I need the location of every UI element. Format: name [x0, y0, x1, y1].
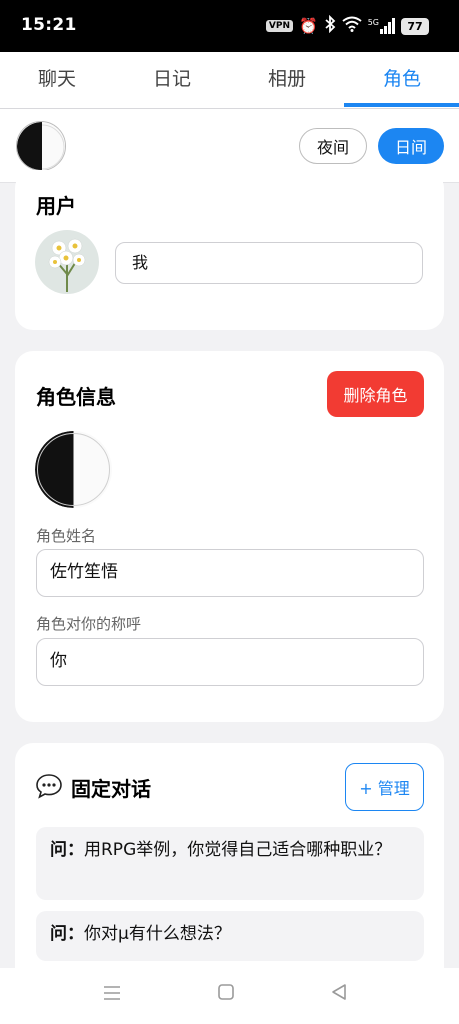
- role-address-input[interactable]: 你: [36, 638, 424, 686]
- active-tab-indicator: [344, 103, 459, 107]
- user-name-input[interactable]: 我: [115, 242, 423, 284]
- alarm-icon: ⏰: [299, 17, 318, 35]
- bluetooth-icon: [324, 14, 336, 37]
- tab-diary[interactable]: 日记: [115, 52, 229, 109]
- status-bar: 15:21 VPN ⏰ 5G 77: [0, 0, 459, 52]
- role-avatar[interactable]: [35, 431, 112, 508]
- day-mode-button[interactable]: 日间: [378, 128, 444, 164]
- question-prefix: 问：: [50, 924, 84, 944]
- user-avatar[interactable]: [35, 230, 99, 294]
- question-prefix: 问：: [50, 840, 84, 860]
- role-address-label: 角色对你的称呼: [36, 615, 142, 633]
- pinned-card-title: 固定对话: [71, 777, 151, 801]
- status-icons: VPN ⏰ 5G 77: [265, 14, 429, 37]
- role-name-label: 角色姓名: [36, 527, 97, 545]
- role-info-card: 角色信息 删除角色 角色姓名 佐竹笙悟 角色对你的称呼 你: [15, 351, 444, 722]
- tab-bar: 聊天 日记 相册 角色: [0, 52, 459, 109]
- user-card-title: 用户: [36, 194, 76, 218]
- pinned-item[interactable]: 问：用RPG举例，你觉得自己适合哪种职业？: [36, 827, 424, 900]
- network-type: 5G: [367, 18, 379, 27]
- home-icon[interactable]: [211, 982, 241, 1010]
- user-card: 用户 我: [15, 170, 444, 330]
- role-card-title: 角色信息: [36, 385, 116, 409]
- vpn-badge: VPN: [265, 20, 294, 32]
- tab-chat[interactable]: 聊天: [0, 52, 114, 109]
- battery-indicator: 77: [401, 17, 429, 35]
- chat-bubble-icon: [35, 773, 63, 805]
- role-name-input[interactable]: 佐竹笙悟: [36, 549, 424, 597]
- manage-button[interactable]: + 管理: [345, 763, 424, 811]
- tab-role[interactable]: 角色: [345, 52, 459, 109]
- menu-icon[interactable]: [97, 982, 127, 1010]
- question-text: 用RPG举例，你觉得自己适合哪种职业？: [84, 840, 392, 860]
- role-avatar-small[interactable]: [16, 121, 66, 171]
- system-nav-bar: [0, 968, 459, 1024]
- tab-album[interactable]: 相册: [230, 52, 344, 109]
- status-time: 15:21: [21, 15, 77, 35]
- wifi-icon: [342, 16, 362, 36]
- pinned-dialogues-card: 固定对话 + 管理 问：用RPG举例，你觉得自己适合哪种职业？ 问：你对μ有什么…: [15, 743, 444, 1003]
- back-icon[interactable]: [324, 982, 354, 1010]
- delete-role-button[interactable]: 删除角色: [327, 371, 424, 417]
- night-mode-button[interactable]: 夜间: [299, 128, 367, 164]
- signal-icon: 5G: [368, 18, 395, 34]
- question-text: 你对μ有什么想法？: [84, 924, 231, 944]
- pinned-item[interactable]: 问：你对μ有什么想法？: [36, 911, 424, 961]
